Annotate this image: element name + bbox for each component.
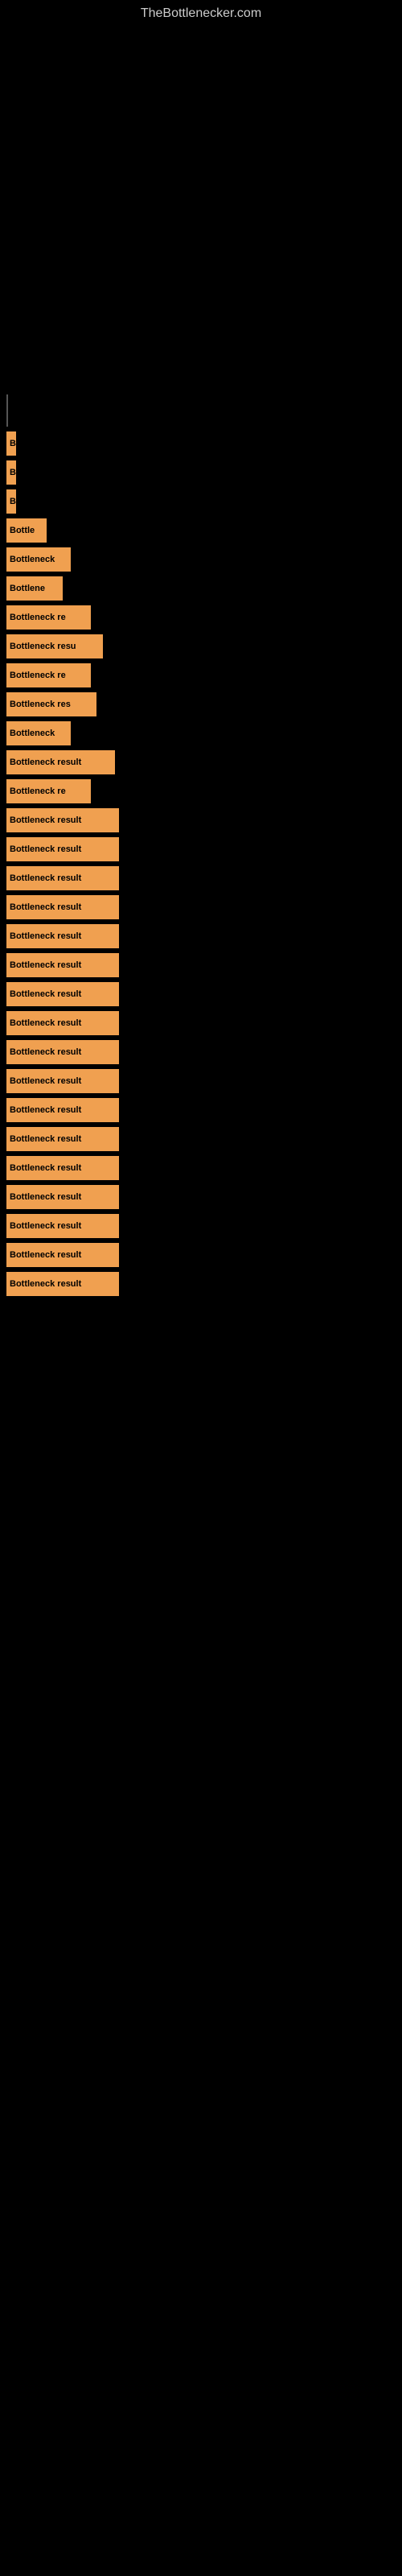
list-item: Bottleneck <box>0 721 402 745</box>
list-item: B <box>0 460 402 485</box>
list-item: Bottleneck result <box>0 1156 402 1180</box>
list-item: Bottleneck result <box>0 837 402 861</box>
list-item: Bottleneck result <box>0 1040 402 1064</box>
bottleneck-result-bar: Bottleneck resu <box>6 634 103 658</box>
bottleneck-result-bar: Bottleneck result <box>6 837 119 861</box>
list-item: B <box>0 431 402 456</box>
bottleneck-result-bar: Bottleneck result <box>6 1069 119 1093</box>
site-title: TheBottlenecker.com <box>0 0 402 24</box>
site-title-container: TheBottlenecker.com <box>0 0 402 24</box>
list-item: Bottleneck result <box>0 953 402 977</box>
bottleneck-result-bar: Bottleneck result <box>6 1040 119 1064</box>
list-item: Bottlene <box>0 576 402 601</box>
list-item: B <box>0 489 402 514</box>
bottleneck-result-bar: Bottleneck result <box>6 895 119 919</box>
list-item: Bottleneck res <box>0 692 402 716</box>
list-item: Bottleneck result <box>0 924 402 948</box>
bottleneck-result-bar: Bottleneck re <box>6 779 91 803</box>
bottleneck-result-bar: Bottleneck result <box>6 924 119 948</box>
list-item: Bottleneck result <box>0 808 402 832</box>
bottleneck-result-bar: Bottleneck result <box>6 1272 119 1296</box>
bottleneck-result-bar: Bottleneck result <box>6 1243 119 1267</box>
list-item: Bottleneck result <box>0 1098 402 1122</box>
bottleneck-result-bar: Bottleneck <box>6 721 71 745</box>
list-item: Bottleneck result <box>0 1272 402 1296</box>
chart-area <box>0 24 402 411</box>
list-item: Bottleneck result <box>0 1214 402 1238</box>
list-item: Bottleneck result <box>0 895 402 919</box>
bottleneck-result-bar: Bottleneck re <box>6 663 91 687</box>
bottleneck-result-bar: Bottle <box>6 518 47 543</box>
bottleneck-result-bar: Bottleneck <box>6 547 71 572</box>
bottleneck-result-bar: Bottleneck result <box>6 953 119 977</box>
list-item: Bottleneck result <box>0 866 402 890</box>
list-item: Bottleneck result <box>0 1069 402 1093</box>
bottleneck-result-bar: Bottleneck re <box>6 605 91 630</box>
bottleneck-result-bar: Bottleneck result <box>6 750 115 774</box>
list-item: Bottleneck result <box>0 1185 402 1209</box>
list-item: Bottleneck resu <box>0 634 402 658</box>
list-item: Bottleneck result <box>0 1127 402 1151</box>
list-item: Bottleneck re <box>0 663 402 687</box>
list-item: Bottleneck result <box>0 750 402 774</box>
bottleneck-result-bar: Bottleneck result <box>6 1098 119 1122</box>
bottleneck-result-bar: Bottleneck result <box>6 982 119 1006</box>
bottleneck-result-bar: Bottleneck res <box>6 692 96 716</box>
list-item: Bottleneck re <box>0 605 402 630</box>
bottleneck-result-bar: Bottleneck result <box>6 1185 119 1209</box>
bars-container: BBBBottleBottleneckBottleneBottleneck re… <box>0 411 402 1296</box>
list-item: Bottleneck re <box>0 779 402 803</box>
bottleneck-result-bar: B <box>6 431 16 456</box>
bottleneck-result-bar: Bottlene <box>6 576 63 601</box>
bottleneck-result-bar: Bottleneck result <box>6 1156 119 1180</box>
bottleneck-result-bar: Bottleneck result <box>6 1127 119 1151</box>
bottleneck-result-bar: Bottleneck result <box>6 808 119 832</box>
bottleneck-result-bar: B <box>6 489 16 514</box>
list-item: Bottleneck result <box>0 982 402 1006</box>
bottleneck-result-bar: Bottleneck result <box>6 1214 119 1238</box>
list-item: Bottleneck result <box>0 1011 402 1035</box>
list-item: Bottleneck <box>0 547 402 572</box>
bottleneck-result-bar: Bottleneck result <box>6 1011 119 1035</box>
list-item: Bottleneck result <box>0 1243 402 1267</box>
bottleneck-result-bar: Bottleneck result <box>6 866 119 890</box>
bottleneck-result-bar: B <box>6 460 16 485</box>
vertical-line <box>6 394 8 427</box>
list-item: Bottle <box>0 518 402 543</box>
